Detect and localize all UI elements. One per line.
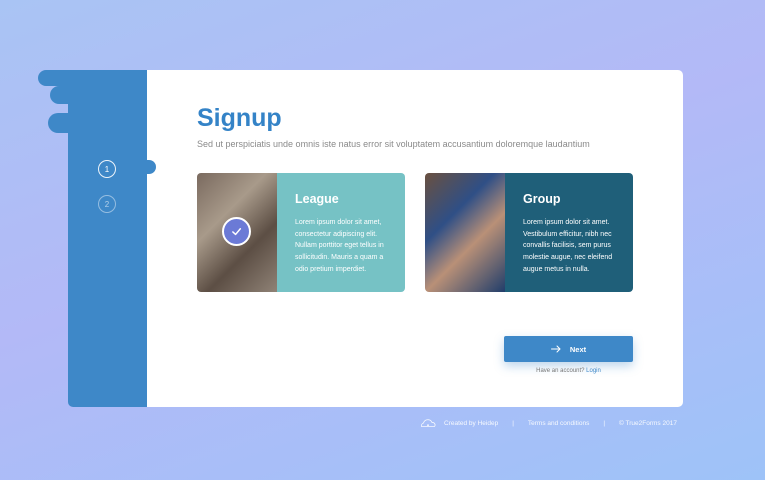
footer-divider: | [512,420,514,427]
step-1[interactable]: 1 [98,160,116,178]
steps-sidebar [68,70,156,407]
league-heading: League [295,192,339,206]
login-prompt: Have an account? Login [504,368,633,374]
group-description: Lorem ipsum dolor sit amet. Vestibulum e… [523,219,613,273]
group-option-card[interactable]: Group Lorem ipsum dolor sit amet. Vestib… [425,173,633,292]
next-label: Next [569,344,587,354]
next-button[interactable]: Next [504,336,633,362]
league-option-card[interactable]: League Lorem ipsum dolor sit amet, conse… [197,173,405,292]
group-photo [425,173,505,292]
page-subtitle: Sed ut perspiciatis unde omnis iste natu… [197,139,590,149]
footer: Created by Heidep | Terms and conditions… [420,419,677,428]
terms-link[interactable]: Terms and conditions [528,420,589,427]
footer-divider: | [603,420,606,427]
check-icon [222,217,251,246]
login-prompt-text: Have an account? [536,368,585,374]
created-by[interactable]: Created by Heidep [444,420,498,427]
cloud-icon [421,419,436,427]
page-title: Signup [197,104,282,132]
group-heading: Group [523,192,561,206]
copyright: © True2Forms 2017 [619,420,677,427]
league-photo [197,173,277,292]
login-link[interactable]: Login [586,368,601,374]
arrow-right-icon [550,345,561,353]
step-2[interactable]: 2 [98,195,116,213]
league-description: Lorem ipsum dolor sit amet, consectetur … [295,219,384,273]
